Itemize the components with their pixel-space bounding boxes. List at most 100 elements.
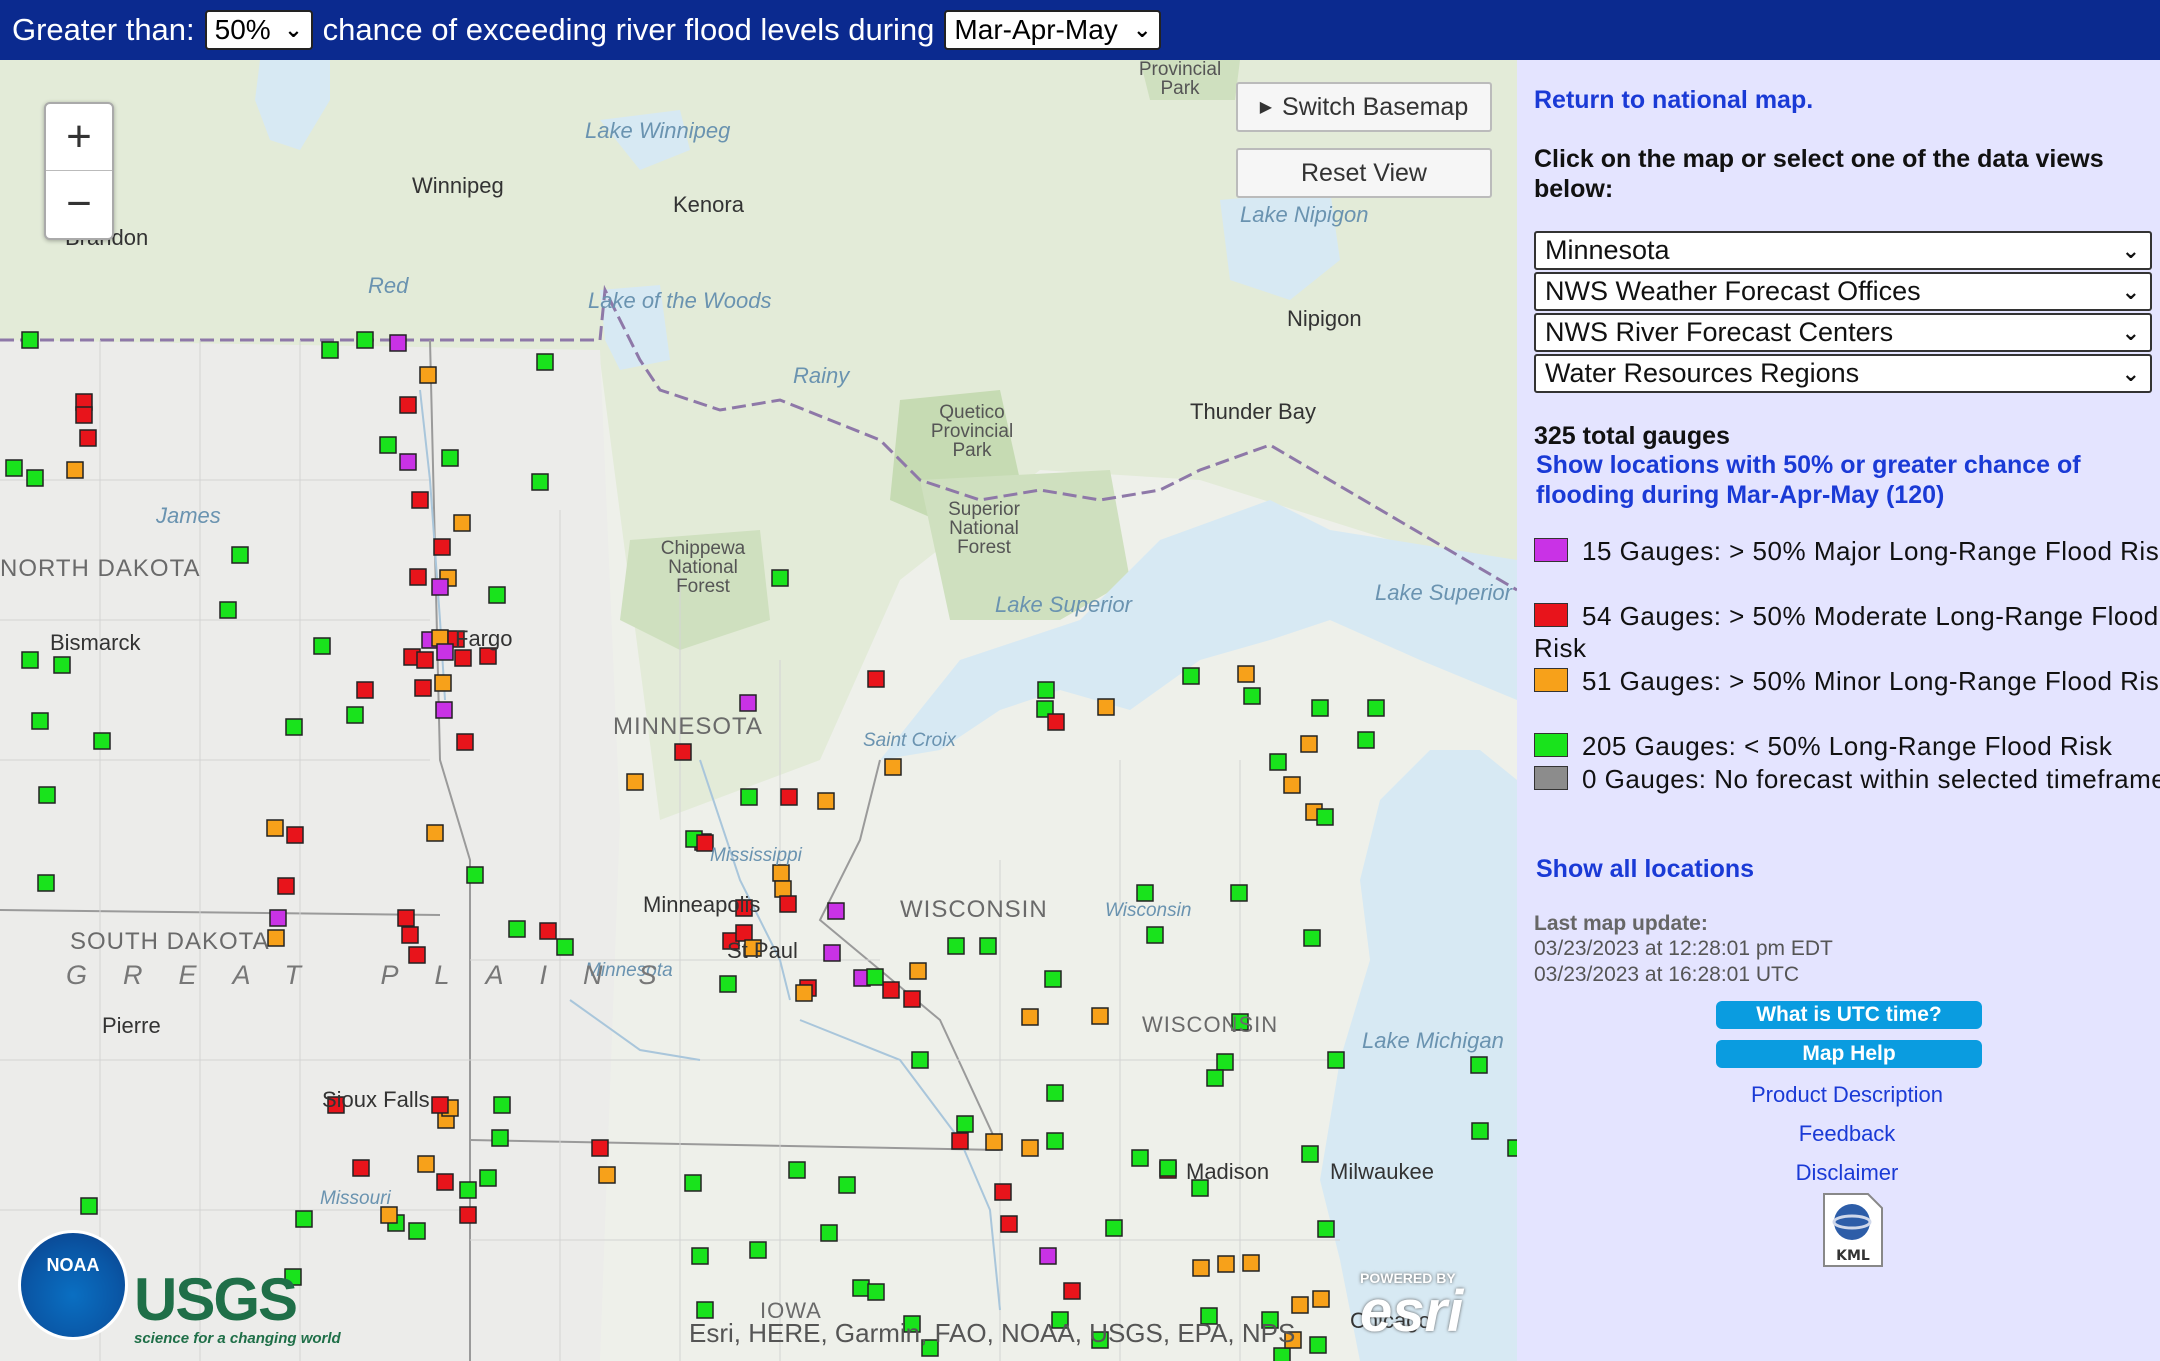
gauge-marker-low[interactable] — [531, 473, 549, 491]
gauge-marker-low[interactable] — [1309, 1336, 1327, 1354]
gauge-marker-low[interactable] — [684, 1174, 702, 1192]
season-select[interactable]: Mar-Apr-May ⌄ — [944, 10, 1162, 50]
gauge-marker-low[interactable] — [1159, 1159, 1177, 1177]
gauge-marker-low[interactable] — [719, 975, 737, 993]
gauge-marker-low[interactable] — [1105, 1219, 1123, 1237]
gauge-marker-moderate[interactable] — [456, 733, 474, 751]
gauge-marker-low[interactable] — [491, 1129, 509, 1147]
gauge-marker-major[interactable] — [1039, 1247, 1057, 1265]
gauge-marker-low[interactable] — [459, 1181, 477, 1199]
gauge-marker-low[interactable] — [1182, 667, 1200, 685]
gauge-marker-low[interactable] — [536, 353, 554, 371]
gauge-marker-low[interactable] — [1311, 699, 1329, 717]
gauge-marker-minor[interactable] — [1237, 665, 1255, 683]
gauge-marker-low[interactable] — [219, 601, 237, 619]
gauge-marker-low[interactable] — [1146, 926, 1164, 944]
gauge-marker-moderate[interactable] — [277, 877, 295, 895]
gauge-marker-moderate[interactable] — [409, 568, 427, 586]
gauge-marker-low[interactable] — [37, 874, 55, 892]
gauge-marker-minor[interactable] — [434, 674, 452, 692]
gauge-marker-low[interactable] — [1044, 970, 1062, 988]
gauge-marker-moderate[interactable] — [399, 396, 417, 414]
gauge-marker-minor[interactable] — [1097, 698, 1115, 716]
gauge-marker-minor[interactable] — [1300, 735, 1318, 753]
gauge-marker-low[interactable] — [1327, 1051, 1345, 1069]
gauge-marker-minor[interactable] — [909, 962, 927, 980]
show-50-percent-link[interactable]: Show locations with 50% or greater chanc… — [1536, 450, 2136, 510]
gauge-marker-low[interactable] — [1037, 681, 1055, 699]
gauge-marker-low[interactable] — [867, 1283, 885, 1301]
gauge-marker-low[interactable] — [1367, 699, 1385, 717]
gauge-marker-low[interactable] — [979, 937, 997, 955]
gauge-marker-minor[interactable] — [1192, 1259, 1210, 1277]
gauge-marker-minor[interactable] — [884, 758, 902, 776]
gauge-marker-major[interactable] — [269, 909, 287, 927]
gauge-marker-low[interactable] — [80, 1197, 98, 1215]
gauge-marker-low[interactable] — [1357, 731, 1375, 749]
zoom-out-button[interactable]: − — [46, 171, 112, 237]
gauge-marker-moderate[interactable] — [431, 1096, 449, 1114]
gauge-marker-low[interactable] — [1216, 1053, 1234, 1071]
legend-item-minor[interactable]: 51 Gauges: > 50% Minor Long-Range Flood … — [1534, 665, 2160, 697]
gauge-marker-minor[interactable] — [1291, 1296, 1309, 1314]
gauge-marker-low[interactable] — [1269, 753, 1287, 771]
gauge-marker-low[interactable] — [852, 1279, 870, 1297]
gauge-marker-low[interactable] — [21, 651, 39, 669]
gauge-marker-minor[interactable] — [772, 864, 790, 882]
gauge-marker-low[interactable] — [866, 968, 884, 986]
feedback-link[interactable]: Feedback — [1517, 1121, 2160, 1147]
legend-item-low[interactable]: 205 Gauges: < 50% Long-Range Flood Risk — [1534, 730, 2160, 762]
gauge-marker-moderate[interactable] — [459, 1206, 477, 1224]
gauge-marker-low[interactable] — [691, 1247, 709, 1265]
gauge-marker-moderate[interactable] — [1000, 1215, 1018, 1233]
gauge-marker-low[interactable] — [696, 1301, 714, 1319]
gauge-marker-low[interactable] — [5, 459, 23, 477]
gauge-marker-moderate[interactable] — [539, 922, 557, 940]
gauge-marker-minor[interactable] — [267, 929, 285, 947]
gauge-marker-low[interactable] — [479, 1169, 497, 1187]
gauge-marker-moderate[interactable] — [780, 788, 798, 806]
gauge-marker-low[interactable] — [1046, 1084, 1064, 1102]
gauge-marker-low[interactable] — [466, 866, 484, 884]
gauge-marker-minor[interactable] — [985, 1133, 1003, 1151]
gauge-marker-minor[interactable] — [66, 461, 84, 479]
gauge-marker-low[interactable] — [1301, 1145, 1319, 1163]
gauge-marker-moderate[interactable] — [411, 491, 429, 509]
gauge-marker-low[interactable] — [356, 331, 374, 349]
gauge-marker-major[interactable] — [431, 578, 449, 596]
show-all-locations-link[interactable]: Show all locations — [1536, 855, 1754, 884]
gauge-marker-moderate[interactable] — [356, 681, 374, 699]
gauge-marker-low[interactable] — [838, 1176, 856, 1194]
gauge-marker-low[interactable] — [956, 1115, 974, 1133]
flood-risk-map[interactable]: Brandon Winnipeg Kenora Nipigon Thunder … — [0, 60, 1517, 1361]
gauge-marker-low[interactable] — [31, 712, 49, 730]
gauge-marker-minor[interactable] — [598, 1166, 616, 1184]
gauge-marker-low[interactable] — [947, 937, 965, 955]
map-help-button[interactable]: Map Help — [1716, 1040, 1982, 1068]
gauge-marker-moderate[interactable] — [75, 406, 93, 424]
gauge-marker-low[interactable] — [1046, 1132, 1064, 1150]
gauge-marker-low[interactable] — [1470, 1056, 1488, 1074]
gauge-marker-low[interactable] — [911, 1051, 929, 1069]
gauge-marker-moderate[interactable] — [903, 990, 921, 1008]
gauge-marker-low[interactable] — [1273, 1347, 1291, 1361]
gauge-marker-low[interactable] — [1230, 884, 1248, 902]
gauge-marker-minor[interactable] — [817, 792, 835, 810]
gauge-marker-low[interactable] — [1471, 1122, 1489, 1140]
gauge-marker-minor[interactable] — [1091, 1007, 1109, 1025]
gauge-marker-moderate[interactable] — [882, 981, 900, 999]
gauge-marker-major[interactable] — [389, 334, 407, 352]
wrr-select[interactable]: Water Resources Regions ⌄ — [1534, 354, 2152, 393]
gauge-marker-low[interactable] — [53, 656, 71, 674]
reset-view-button[interactable]: Reset View — [1236, 148, 1492, 198]
gauge-marker-moderate[interactable] — [994, 1183, 1012, 1201]
gauge-marker-major[interactable] — [739, 694, 757, 712]
wfo-select[interactable]: NWS Weather Forecast Offices ⌄ — [1534, 272, 2152, 311]
gauge-marker-moderate[interactable] — [1047, 713, 1065, 731]
gauge-marker-low[interactable] — [820, 1224, 838, 1242]
gauge-marker-moderate[interactable] — [779, 895, 797, 913]
gauge-marker-major[interactable] — [435, 701, 453, 719]
switch-basemap-button[interactable]: ▶ Switch Basemap — [1236, 82, 1492, 132]
gauge-marker-low[interactable] — [1507, 1139, 1517, 1157]
gauge-marker-low[interactable] — [21, 331, 39, 349]
